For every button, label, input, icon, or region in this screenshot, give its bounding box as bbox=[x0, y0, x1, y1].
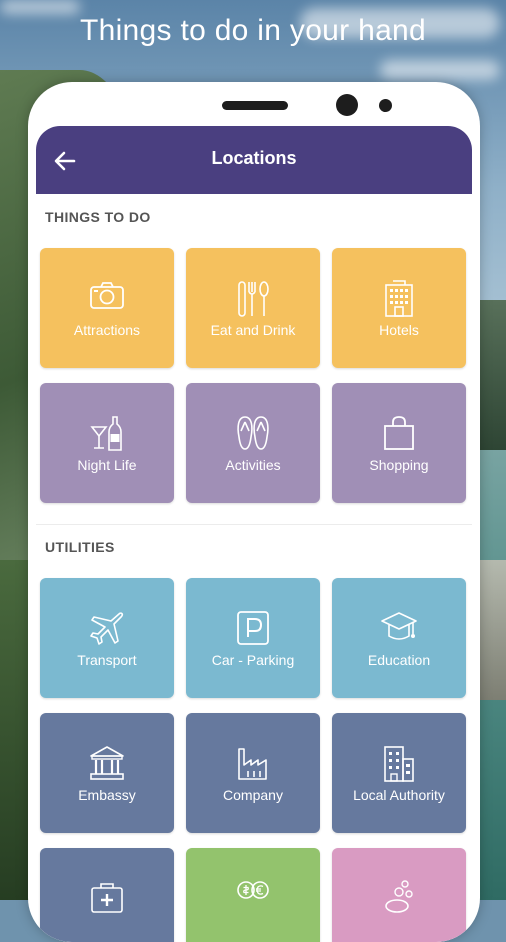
tile-label: Local Authority bbox=[353, 787, 445, 803]
section-title-utilities: UTILITIES bbox=[45, 539, 115, 555]
promo-headline: Things to do in your hand bbox=[79, 14, 427, 47]
app-bar: Locations bbox=[36, 126, 472, 194]
factory-icon bbox=[238, 748, 267, 780]
tile-label: Hotels bbox=[379, 322, 419, 338]
tile-label: Attractions bbox=[73, 322, 141, 338]
flip-flops-icon bbox=[237, 416, 269, 450]
tile-activities[interactable]: Activities bbox=[186, 383, 320, 503]
parking-icon bbox=[237, 611, 269, 645]
phone-sensor bbox=[379, 99, 392, 112]
section-title-things-to-do: THINGS TO DO bbox=[45, 209, 151, 225]
bank-icon bbox=[90, 746, 124, 780]
tile-label: Activities bbox=[225, 457, 281, 473]
section-divider bbox=[36, 524, 472, 525]
shopping-bag-icon bbox=[384, 416, 414, 450]
tile-label: Night Life bbox=[77, 457, 137, 473]
tile-label: Car - Parking bbox=[211, 652, 295, 668]
page-title: Locations bbox=[211, 148, 297, 168]
tile-night-life[interactable]: Night Life bbox=[40, 383, 174, 503]
graduation-cap-icon bbox=[381, 612, 417, 640]
tile-label: Embassy bbox=[78, 787, 136, 803]
tile-label: Shopping bbox=[369, 457, 429, 473]
hotel-icon bbox=[385, 280, 413, 317]
medical-kit-icon bbox=[91, 883, 123, 913]
tile-finance[interactable] bbox=[332, 848, 466, 942]
tile-attractions[interactable]: Attractions bbox=[40, 248, 174, 368]
tile-education[interactable]: Education bbox=[332, 578, 466, 698]
app-screen: Locations THINGS TO DO Attractions Eat a… bbox=[36, 126, 472, 942]
cutlery-icon bbox=[238, 281, 269, 317]
office-building-icon bbox=[384, 746, 414, 782]
tile-local-authority[interactable]: Local Authority bbox=[332, 713, 466, 833]
tile-medical[interactable] bbox=[40, 848, 174, 942]
cocktail-icon bbox=[90, 416, 122, 451]
camera-icon bbox=[90, 282, 124, 309]
tile-hotels[interactable]: Hotels bbox=[332, 248, 466, 368]
tile-shopping[interactable]: Shopping bbox=[332, 383, 466, 503]
phone-frame: Locations THINGS TO DO Attractions Eat a… bbox=[28, 82, 480, 942]
currency-exchange-icon bbox=[237, 881, 269, 899]
tile-eat-and-drink[interactable]: Eat and Drink bbox=[186, 248, 320, 368]
tile-transport[interactable]: Transport bbox=[40, 578, 174, 698]
tile-label: Transport bbox=[77, 652, 137, 668]
tile-currency-exchange[interactable] bbox=[186, 848, 320, 942]
tile-label: Eat and Drink bbox=[210, 322, 296, 338]
tile-embassy[interactable]: Embassy bbox=[40, 713, 174, 833]
phone-speaker bbox=[222, 101, 288, 110]
tile-car-parking[interactable]: Car - Parking bbox=[186, 578, 320, 698]
coins-icon bbox=[385, 880, 413, 913]
airplane-icon bbox=[90, 612, 124, 645]
tile-company[interactable]: Company bbox=[186, 713, 320, 833]
phone-camera bbox=[336, 94, 358, 116]
tile-label: Company bbox=[223, 787, 283, 803]
tile-label: Education bbox=[367, 652, 431, 668]
